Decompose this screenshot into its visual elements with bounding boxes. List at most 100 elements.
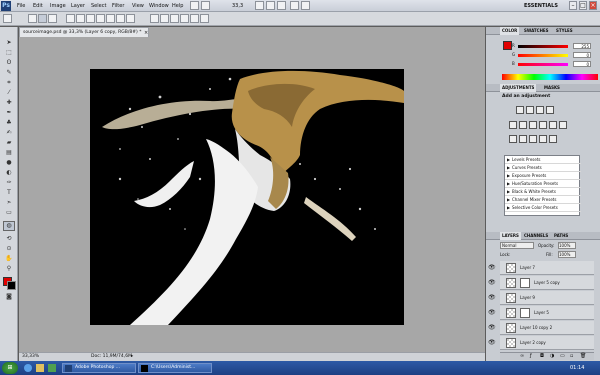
- blob-icon[interactable]: [200, 14, 209, 23]
- shape-line-icon[interactable]: [106, 14, 115, 23]
- explorer-icon[interactable]: [36, 364, 44, 372]
- layer-row[interactable]: 👁 Layer 10 copy 2: [488, 321, 594, 335]
- zoom-status[interactable]: 33,33%: [22, 353, 39, 361]
- screen-mode-icon[interactable]: [301, 1, 310, 10]
- photo-filter-icon[interactable]: [549, 121, 557, 129]
- minimize-icon[interactable]: –: [569, 1, 577, 10]
- lasso-tool-icon[interactable]: ʘ: [3, 59, 15, 67]
- marquee-tool-icon[interactable]: ⬚: [3, 49, 15, 57]
- hand-tool-icon[interactable]: ✋: [3, 255, 15, 263]
- color-foreground-swatch[interactable]: [503, 41, 512, 50]
- shape-custom-icon[interactable]: [116, 14, 125, 23]
- channel-mixer-icon[interactable]: [559, 121, 567, 129]
- delete-layer-icon[interactable]: 🗑: [580, 353, 586, 359]
- brush-tool-icon[interactable]: ✒: [3, 109, 15, 117]
- shape-rounded-icon[interactable]: [76, 14, 85, 23]
- close-tab-icon[interactable]: ×: [144, 29, 148, 38]
- tab-paths[interactable]: PATHS: [552, 232, 570, 240]
- preset-item[interactable]: ▶ Black & White Presets: [505, 188, 581, 196]
- status-menu-arrow-icon[interactable]: ▸: [131, 353, 133, 361]
- link-layers-icon[interactable]: ∞: [520, 353, 524, 359]
- tab-swatches[interactable]: SWATCHES: [522, 27, 551, 35]
- blue-value[interactable]: 0: [573, 61, 591, 67]
- zoom-tool-icon[interactable]: ⚲: [3, 265, 15, 273]
- quick-selection-tool-icon[interactable]: ✎: [3, 69, 15, 77]
- blur-tool-icon[interactable]: ●: [3, 159, 15, 167]
- hue-saturation-icon[interactable]: [519, 121, 527, 129]
- rotate-view-icon[interactable]: [277, 1, 286, 10]
- red-value[interactable]: 255: [573, 43, 591, 49]
- taskbar-photoshop[interactable]: Adobe Photoshop ...: [62, 363, 136, 373]
- menu-view[interactable]: View: [132, 2, 144, 10]
- shape-polygon-icon[interactable]: [96, 14, 105, 23]
- menu-image[interactable]: Image: [50, 2, 66, 10]
- image-canvas[interactable]: [90, 69, 404, 325]
- 3d-orbit-tool-icon[interactable]: ⊙: [3, 245, 15, 253]
- cloud-icon[interactable]: [190, 14, 199, 23]
- visibility-eye-icon[interactable]: 👁: [488, 264, 496, 271]
- selective-color-icon[interactable]: [549, 135, 557, 143]
- quick-mask-icon[interactable]: ◙: [3, 293, 15, 301]
- hand-tool-icon[interactable]: [255, 1, 264, 10]
- add-mask-icon[interactable]: ◘: [540, 353, 544, 359]
- layer-mask-thumbnail[interactable]: [520, 278, 530, 288]
- visibility-eye-icon[interactable]: 👁: [488, 294, 496, 301]
- taskbar-cmd[interactable]: C:\Users\Administ...: [138, 363, 212, 373]
- menu-help[interactable]: Help: [172, 2, 183, 10]
- menu-filter[interactable]: Filter: [112, 2, 124, 10]
- layer-row[interactable]: 👁 Layer 7: [488, 261, 594, 275]
- new-layer-icon[interactable]: ▫: [570, 353, 573, 359]
- menu-window[interactable]: Window: [149, 2, 169, 10]
- vibrance-icon[interactable]: [509, 121, 517, 129]
- exclude-icon[interactable]: [170, 14, 179, 23]
- maximize-icon[interactable]: □: [579, 1, 587, 10]
- 3d-rotate-tool-icon[interactable]: ⟲: [3, 235, 15, 243]
- preset-item[interactable]: ▶ Curves Presets: [505, 164, 581, 172]
- black-white-icon[interactable]: [539, 121, 547, 129]
- visibility-eye-icon[interactable]: 👁: [488, 309, 496, 316]
- document-tab[interactable]: sourceimage.psd @ 33,3% (Layer 6 copy, R…: [19, 27, 149, 37]
- zoom-level[interactable]: 33,3: [232, 2, 243, 10]
- shape-rectangle-icon[interactable]: [66, 14, 75, 23]
- color-spectrum-bar[interactable]: [502, 74, 598, 80]
- layer-row[interactable]: 👁 Layer 5: [488, 306, 594, 320]
- combine-icon[interactable]: [150, 14, 159, 23]
- menu-edit[interactable]: Edit: [33, 2, 43, 10]
- green-value[interactable]: 0: [573, 52, 591, 58]
- opacity-input[interactable]: 100%: [558, 242, 576, 249]
- eraser-tool-icon[interactable]: ▰: [3, 139, 15, 147]
- new-group-icon[interactable]: ▭: [560, 353, 565, 359]
- levels-icon[interactable]: [526, 106, 534, 114]
- blend-mode-select[interactable]: Normal: [500, 242, 534, 249]
- new-selection-icon[interactable]: [28, 14, 37, 23]
- history-brush-tool-icon[interactable]: ✍: [3, 129, 15, 137]
- layer-row[interactable]: 👁 Layer 2 copy: [488, 336, 594, 350]
- color-balance-icon[interactable]: [529, 121, 537, 129]
- layer-style-icon[interactable]: ƒ: [530, 353, 532, 359]
- preset-item[interactable]: ▶ Levels Presets: [505, 156, 581, 164]
- tab-channels[interactable]: CHANNELS: [522, 232, 550, 240]
- layer-row[interactable]: 👁 Layer 5 copy: [488, 276, 594, 290]
- new-adjustment-icon[interactable]: ◑: [550, 353, 554, 359]
- type-tool-icon[interactable]: T: [3, 189, 15, 197]
- preset-item[interactable]: ▶ Exposure Presets: [505, 172, 581, 180]
- threshold-icon[interactable]: [529, 135, 537, 143]
- background-color-swatch[interactable]: [7, 281, 16, 290]
- red-slider[interactable]: [518, 45, 568, 48]
- eyedropper-tool-icon[interactable]: ⁄: [3, 89, 15, 97]
- ie-icon[interactable]: [24, 364, 32, 372]
- visibility-eye-icon[interactable]: 👁: [488, 324, 496, 331]
- clone-stamp-tool-icon[interactable]: ♣: [3, 119, 15, 127]
- mini-bridge-icon[interactable]: [201, 1, 210, 10]
- menu-layer[interactable]: Layer: [71, 2, 85, 10]
- arrange-documents-icon[interactable]: [290, 1, 299, 10]
- gradient-tool-icon[interactable]: ▤: [3, 149, 15, 157]
- path-selection-tool-icon[interactable]: ➣: [3, 199, 15, 207]
- blue-slider[interactable]: [518, 63, 568, 66]
- preset-item[interactable]: ▶ Hue/Saturation Presets: [505, 180, 581, 188]
- invert-icon[interactable]: [509, 135, 517, 143]
- gradient-map-icon[interactable]: [539, 135, 547, 143]
- custom-shape-tool-icon[interactable]: ◍: [3, 221, 15, 231]
- tab-styles[interactable]: STYLES: [554, 27, 575, 35]
- visibility-eye-icon[interactable]: 👁: [488, 279, 496, 286]
